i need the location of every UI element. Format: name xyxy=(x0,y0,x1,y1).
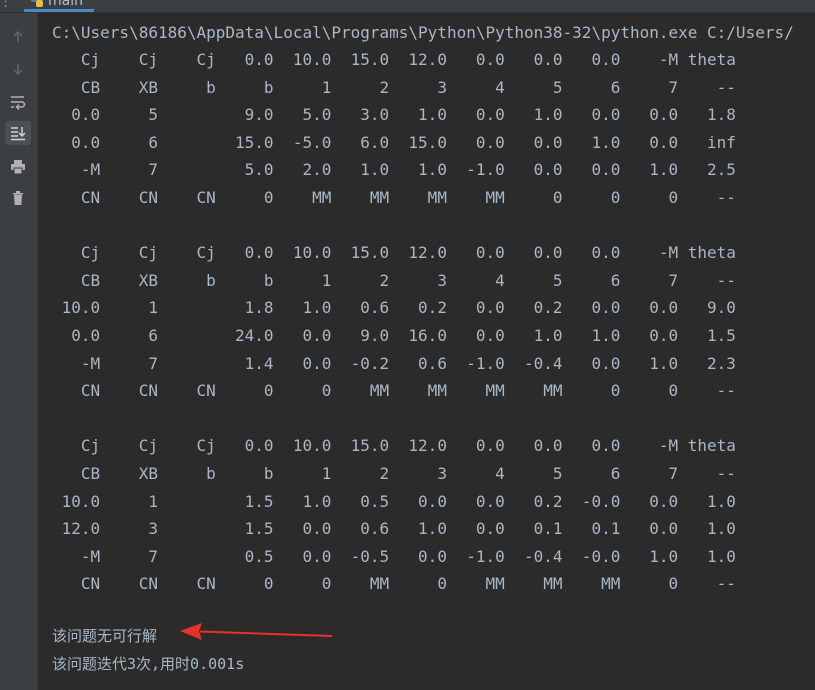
console-line: CN CN CN 0 MM MM MM MM 0 0 0 -- xyxy=(52,188,736,207)
console-line: Cj Cj Cj 0.0 10.0 15.0 12.0 0.0 0.0 0.0 … xyxy=(52,50,736,69)
console-line: -M 7 0.5 0.0 -0.5 0.0 -1.0 -0.4 -0.0 1.0… xyxy=(52,546,736,566)
console-line: Cj Cj Cj 0.0 10.0 15.0 12.0 0.0 0.0 0.0 … xyxy=(52,243,736,263)
console-line: CB XB b b 1 2 3 4 5 6 7 -- xyxy=(52,464,736,483)
python-icon xyxy=(31,0,43,7)
tab-bar-overflow: : xyxy=(2,0,10,10)
console-line: Cj Cj Cj 0.0 10.0 15.0 12.0 0.0 0.0 0.0 … xyxy=(52,436,736,456)
scroll-to-end-icon xyxy=(11,127,26,141)
arrow-down-icon xyxy=(13,64,23,76)
clear-all-button[interactable] xyxy=(5,186,31,210)
next-occurrence-button[interactable] xyxy=(5,57,31,81)
trash-icon xyxy=(13,191,23,205)
tab-main[interactable]: main xyxy=(24,0,94,12)
console-line: CB XB b b 1 2 3 4 5 6 7 -- xyxy=(52,270,736,290)
iterations-message: 该问题迭代3次,用时0.001s xyxy=(52,655,245,673)
console-line: 10.0 1 1.5 1.0 0.5 0.0 0.0 0.2 -0.0 0.0 … xyxy=(52,491,736,511)
console-line: CN CN CN 0 0 MM MM MM MM 0 0 -- xyxy=(52,381,736,401)
soft-wrap-button[interactable] xyxy=(5,90,31,114)
arrow-up-icon xyxy=(13,30,23,42)
run-toolbar xyxy=(0,13,38,690)
console-line: 10.0 1 1.8 1.0 0.6 0.2 0.0 0.2 0.0 0.0 9… xyxy=(52,298,736,318)
console-line: CN CN CN 0 0 MM 0 MM MM MM 0 -- xyxy=(52,574,736,594)
console-line: 12.0 3 1.5 0.0 0.6 1.0 0.0 0.1 0.1 0.0 1… xyxy=(52,519,736,539)
console-line: 0.0 6 15.0 -5.0 6.0 15.0 0.0 0.0 1.0 0.0… xyxy=(52,132,736,152)
editor-tab-bar: : main xyxy=(0,0,815,13)
infeasible-message: 该问题无可行解 xyxy=(52,627,158,645)
scroll-to-end-button[interactable] xyxy=(5,121,31,145)
console-line: 0.0 5 9.0 5.0 3.0 1.0 0.0 1.0 0.0 0.0 1.… xyxy=(52,105,736,125)
console-line: CB XB b b 1 2 3 4 5 6 7 -- xyxy=(52,77,736,97)
previous-occurrence-button[interactable] xyxy=(5,25,31,49)
print-icon xyxy=(11,160,25,175)
tab-label: main xyxy=(48,0,83,9)
print-button[interactable] xyxy=(5,155,31,179)
command-line: C:\Users\86186\AppData\Local\Programs\Py… xyxy=(52,23,794,42)
console-line: 0.0 6 24.0 0.0 9.0 16.0 0.0 1.0 1.0 0.0 … xyxy=(52,326,736,345)
console-line: -M 7 5.0 2.0 1.0 1.0 -1.0 0.0 0.0 1.0 2.… xyxy=(52,160,736,180)
console-line: -M 7 1.4 0.0 -0.2 0.6 -1.0 -0.4 0.0 1.0 … xyxy=(52,353,736,373)
soft-wrap-icon xyxy=(11,96,26,110)
red-arrow-annotation xyxy=(180,623,333,640)
run-console-output: C:\Users\86186\AppData\Local\Programs\Py… xyxy=(38,13,815,690)
